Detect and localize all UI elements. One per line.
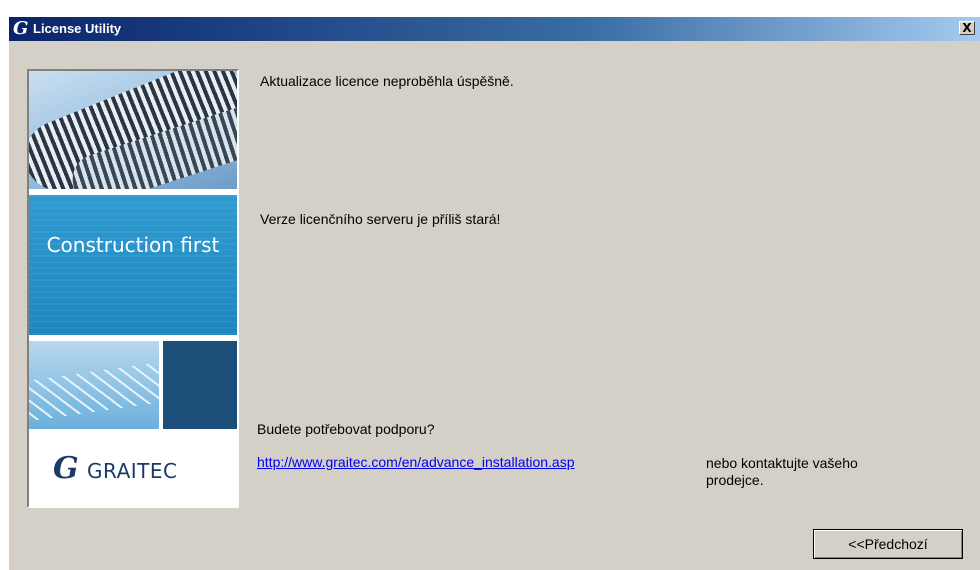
- graitec-g-icon: G: [53, 451, 79, 486]
- slogan-panel: Construction first: [29, 195, 237, 335]
- graitec-logo-icon: G: [13, 18, 29, 39]
- side-banner: Construction first G GRAITEC: [27, 69, 239, 508]
- contact-dealer-line1: nebo kontaktujte vašeho: [706, 455, 858, 471]
- banner-slogan: Construction first: [46, 233, 220, 257]
- status-message: Aktualizace licence neproběhla úspěšně.: [260, 73, 514, 89]
- title-bar[interactable]: G License Utility X: [9, 17, 980, 41]
- building-photo: [29, 71, 237, 189]
- contact-dealer-line2: prodejce.: [706, 472, 764, 488]
- graitec-wordmark: GRAITEC: [87, 459, 178, 483]
- dark-blue-block: [163, 341, 237, 429]
- support-link[interactable]: http://www.graitec.com/en/advance_instal…: [257, 454, 575, 470]
- graitec-logo: G GRAITEC: [29, 433, 237, 506]
- close-button[interactable]: X: [959, 21, 975, 35]
- detail-message: Verze licenčního serveru je příliš stará…: [260, 211, 501, 227]
- close-icon: X: [962, 21, 972, 35]
- previous-button[interactable]: <<Předchozí: [813, 529, 963, 559]
- support-question: Budete potřebovat podporu?: [257, 421, 435, 437]
- structure-photo: [29, 341, 159, 429]
- window-title: License Utility: [33, 21, 122, 36]
- license-utility-window: G License Utility X Construction first G…: [8, 16, 980, 570]
